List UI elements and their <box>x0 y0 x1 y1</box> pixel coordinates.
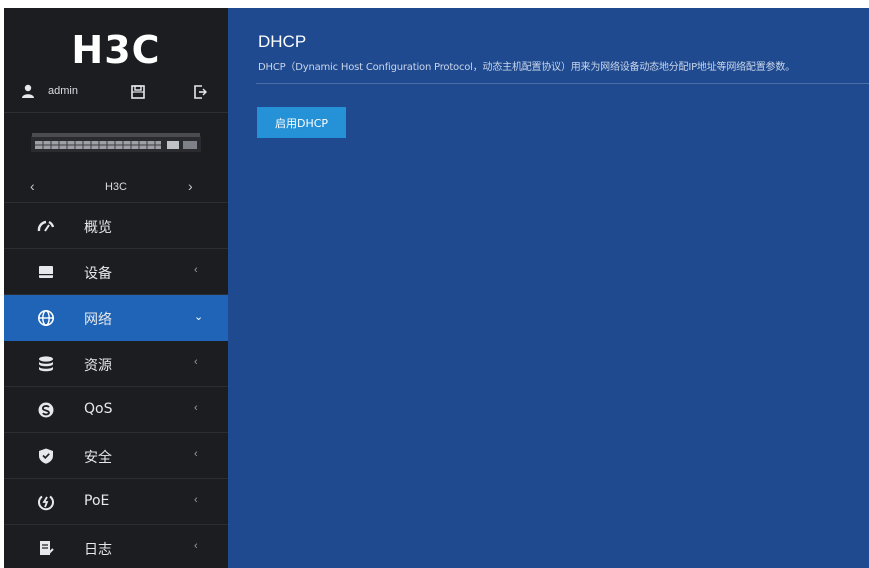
sidebar-item-label: 日志 <box>84 542 112 558</box>
sidebar-item-device[interactable]: 设备 ‹ <box>4 249 228 295</box>
qos-icon <box>38 402 54 418</box>
sidebar-item-label: 网络 <box>84 312 112 328</box>
chevron-left-icon: ‹ <box>194 356 198 368</box>
poe-icon <box>38 495 54 511</box>
sidebar-item-poe[interactable]: PoE ‹ <box>4 479 228 525</box>
sidebar-item-resources[interactable]: 资源 ‹ <box>4 341 228 387</box>
sidebar-item-qos[interactable]: QoS ‹ <box>4 387 228 433</box>
sidebar-item-security[interactable]: 安全 ‹ <box>4 433 228 479</box>
logo: H3C <box>71 28 161 72</box>
chevron-left-icon: ‹ <box>194 402 198 414</box>
shield-icon <box>39 448 53 464</box>
chevron-left-icon: ‹ <box>194 494 198 506</box>
sidebar-divider <box>4 112 228 113</box>
sidebar-item-label: 概览 <box>84 220 112 236</box>
chevron-down-icon: ⌄ <box>194 311 204 323</box>
page-title: DHCP <box>258 32 307 51</box>
switch-device-image <box>31 133 201 152</box>
globe-icon <box>38 310 54 326</box>
logout-icon[interactable] <box>193 84 207 100</box>
dashboard-icon <box>37 220 55 232</box>
sidebar-item-log[interactable]: 日志 ‹ <box>4 525 228 568</box>
device-switcher: ‹ H3C › <box>4 172 228 203</box>
database-icon <box>39 356 53 372</box>
app-frame: H3C admin ‹ H3C › 概览 设备 ‹ 网络 ⌄ 资源 ‹ QoS … <box>4 8 869 568</box>
next-device-icon[interactable]: › <box>188 178 193 194</box>
header-divider <box>256 83 869 84</box>
sidebar-item-label: 资源 <box>84 358 112 374</box>
username: admin <box>48 85 78 97</box>
chevron-left-icon: ‹ <box>194 540 198 552</box>
sidebar-item-network[interactable]: 网络 ⌄ <box>4 295 228 341</box>
page-description: DHCP（Dynamic Host Configuration Protocol… <box>258 62 795 73</box>
chevron-left-icon: ‹ <box>194 448 198 460</box>
save-icon[interactable] <box>130 84 146 100</box>
sidebar-item-overview[interactable]: 概览 <box>4 203 228 249</box>
sidebar: H3C admin ‹ H3C › 概览 设备 ‹ 网络 ⌄ 资源 ‹ QoS … <box>4 8 228 568</box>
main-content: DHCP DHCP（Dynamic Host Configuration Pro… <box>228 8 869 568</box>
sidebar-item-label: 安全 <box>84 450 112 466</box>
sidebar-item-label: QoS <box>84 401 113 417</box>
sidebar-item-label: 设备 <box>84 266 112 282</box>
nav-menu: 概览 设备 ‹ 网络 ⌄ 资源 ‹ QoS ‹ 安全 ‹ PoE ‹ 日志 ‹ <box>4 203 228 568</box>
device-icon <box>39 266 53 278</box>
device-name: H3C <box>104 181 127 193</box>
enable-dhcp-button[interactable]: 启用DHCP <box>257 107 346 138</box>
user-bar: admin <box>4 80 228 104</box>
sidebar-item-label: PoE <box>84 493 110 509</box>
chevron-left-icon: ‹ <box>194 264 198 276</box>
user-icon <box>22 84 34 98</box>
log-icon <box>40 541 54 555</box>
